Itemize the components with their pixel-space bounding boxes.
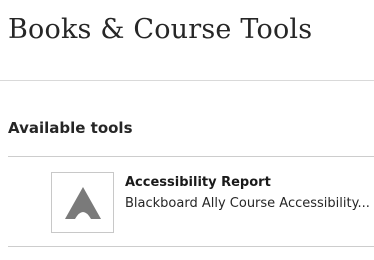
- tool-item-accessibility-report[interactable]: Accessibility Report Blackboard Ally Cou…: [8, 157, 374, 246]
- page-title: Books & Course Tools: [8, 14, 313, 45]
- tool-description: Blackboard Ally Course Accessibility...: [125, 196, 370, 211]
- section-heading-available-tools: Available tools: [8, 119, 133, 137]
- header-divider: [0, 80, 374, 81]
- tool-thumbnail: [51, 172, 114, 233]
- tool-title[interactable]: Accessibility Report: [125, 174, 271, 192]
- list-divider: [8, 246, 374, 247]
- ally-logo-icon: [65, 187, 101, 219]
